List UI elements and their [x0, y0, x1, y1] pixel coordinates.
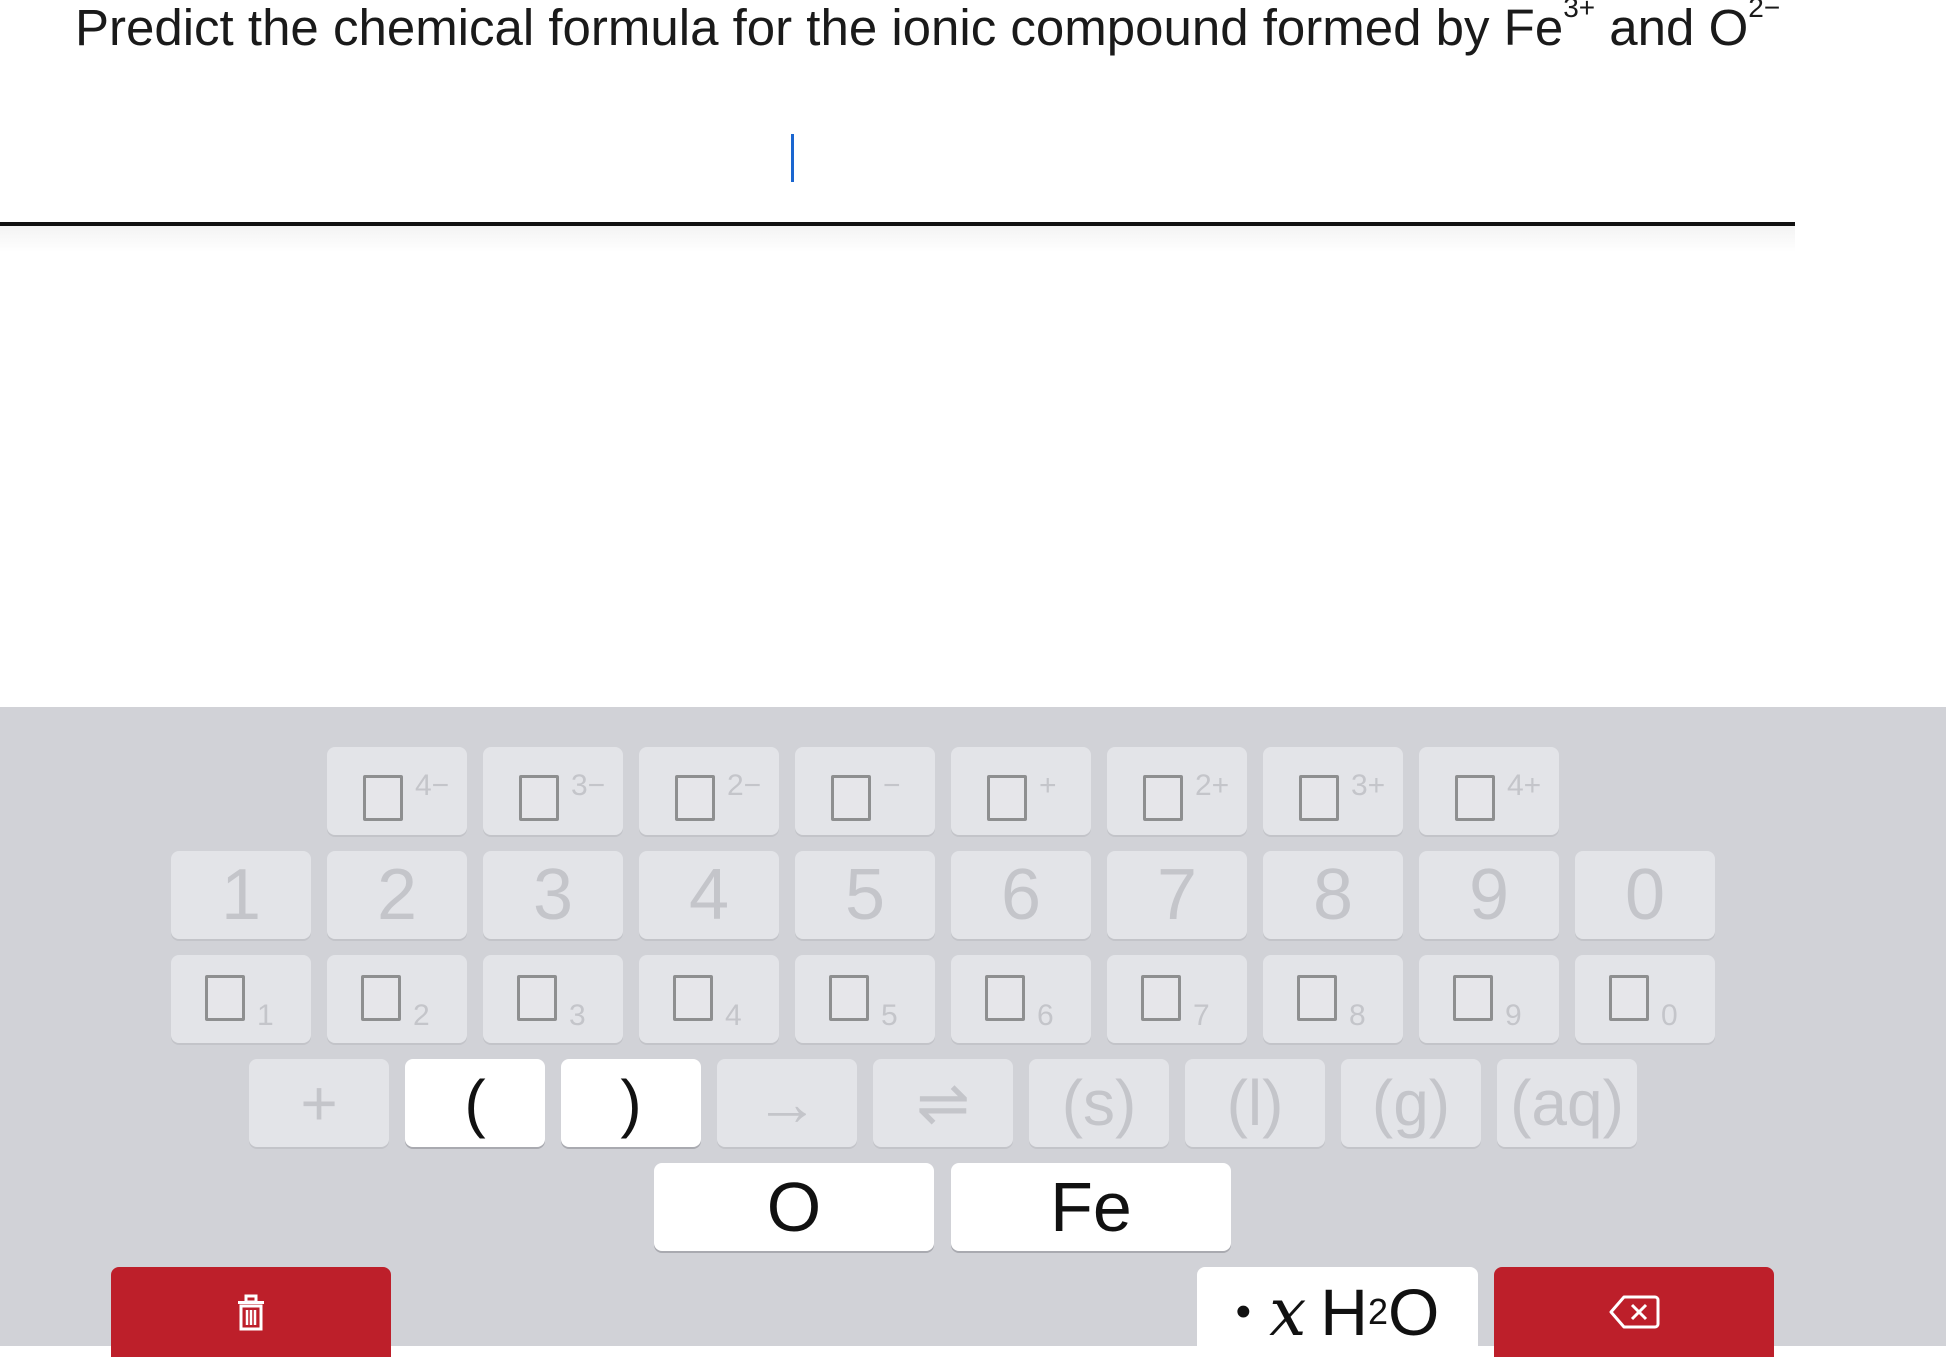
placeholder-box-icon: [363, 775, 403, 821]
state-solid-key[interactable]: (s): [1029, 1059, 1169, 1147]
right-arrow-icon: →: [755, 1067, 819, 1139]
placeholder-box-icon: [1297, 975, 1337, 1021]
number-key-1[interactable]: 1: [171, 851, 311, 939]
number-key-6[interactable]: 6: [951, 851, 1091, 939]
placeholder-box-icon: [1143, 775, 1183, 821]
charge-key-4-minus[interactable]: 4−: [327, 747, 467, 835]
placeholder-box-icon: [519, 775, 559, 821]
subscript-key-7[interactable]: 7: [1107, 955, 1247, 1043]
close-paren-key[interactable]: ): [561, 1059, 701, 1147]
subscript-key-5[interactable]: 5: [795, 955, 935, 1043]
subscript-key-0[interactable]: 0: [1575, 955, 1715, 1043]
equilibrium-arrow-key[interactable]: ⇌: [873, 1059, 1013, 1147]
state-liquid-key[interactable]: (l): [1185, 1059, 1325, 1147]
subscript-key-2[interactable]: 2: [327, 955, 467, 1043]
charge-key-3-minus[interactable]: 3−: [483, 747, 623, 835]
subscript-key-8[interactable]: 8: [1263, 955, 1403, 1043]
hydrate-key[interactable]: • x H 2 O: [1197, 1267, 1478, 1357]
element-key-o[interactable]: O: [654, 1163, 934, 1251]
placeholder-box-icon: [1455, 775, 1495, 821]
number-key-8[interactable]: 8: [1263, 851, 1403, 939]
number-key-0[interactable]: 0: [1575, 851, 1715, 939]
equilibrium-arrows-icon: ⇌: [916, 1066, 970, 1139]
charge-key-2-plus[interactable]: 2+: [1107, 747, 1247, 835]
number-key-9[interactable]: 9: [1419, 851, 1559, 939]
placeholder-box-icon: [205, 975, 245, 1021]
placeholder-box-icon: [1141, 975, 1181, 1021]
clear-button[interactable]: [111, 1267, 391, 1357]
number-key-4[interactable]: 4: [639, 851, 779, 939]
placeholder-box-icon: [517, 975, 557, 1021]
chemistry-keyboard: 4− 3− 2− − + 2+ 3+ 4+ 1 2 3 4 5 6 7 8 9 …: [0, 707, 1946, 1346]
placeholder-box-icon: [1299, 775, 1339, 821]
state-aqueous-key[interactable]: (aq): [1497, 1059, 1637, 1147]
answer-input[interactable]: [0, 100, 1795, 252]
placeholder-box-icon: [831, 775, 871, 821]
charge-key-4-plus[interactable]: 4+: [1419, 747, 1559, 835]
state-gas-key[interactable]: (g): [1341, 1059, 1481, 1147]
subscript-key-9[interactable]: 9: [1419, 955, 1559, 1043]
open-paren-key[interactable]: (: [405, 1059, 545, 1147]
plus-key[interactable]: +: [249, 1059, 389, 1147]
number-key-2[interactable]: 2: [327, 851, 467, 939]
reaction-arrow-key[interactable]: →: [717, 1059, 857, 1147]
element-key-fe[interactable]: Fe: [951, 1163, 1231, 1251]
subscript-key-4[interactable]: 4: [639, 955, 779, 1043]
backspace-button[interactable]: [1494, 1267, 1774, 1357]
charge-key-3-plus[interactable]: 3+: [1263, 747, 1403, 835]
placeholder-box-icon: [985, 975, 1025, 1021]
placeholder-box-icon: [361, 975, 401, 1021]
placeholder-box-icon: [675, 775, 715, 821]
number-key-3[interactable]: 3: [483, 851, 623, 939]
number-key-5[interactable]: 5: [795, 851, 935, 939]
placeholder-box-icon: [1453, 975, 1493, 1021]
subscript-key-3[interactable]: 3: [483, 955, 623, 1043]
placeholder-box-icon: [987, 775, 1027, 821]
placeholder-box-icon: [673, 975, 713, 1021]
number-key-7[interactable]: 7: [1107, 851, 1247, 939]
question-text: Predict the chemical formula for the ion…: [75, 0, 1781, 56]
charge-key-minus[interactable]: −: [795, 747, 935, 835]
trash-icon: [238, 1294, 264, 1331]
backspace-icon: [1609, 1295, 1660, 1329]
placeholder-box-icon: [829, 975, 869, 1021]
text-caret: [791, 134, 794, 182]
subscript-key-6[interactable]: 6: [951, 955, 1091, 1043]
placeholder-box-icon: [1609, 975, 1649, 1021]
charge-key-2-minus[interactable]: 2−: [639, 747, 779, 835]
subscript-key-1[interactable]: 1: [171, 955, 311, 1043]
charge-key-plus[interactable]: +: [951, 747, 1091, 835]
